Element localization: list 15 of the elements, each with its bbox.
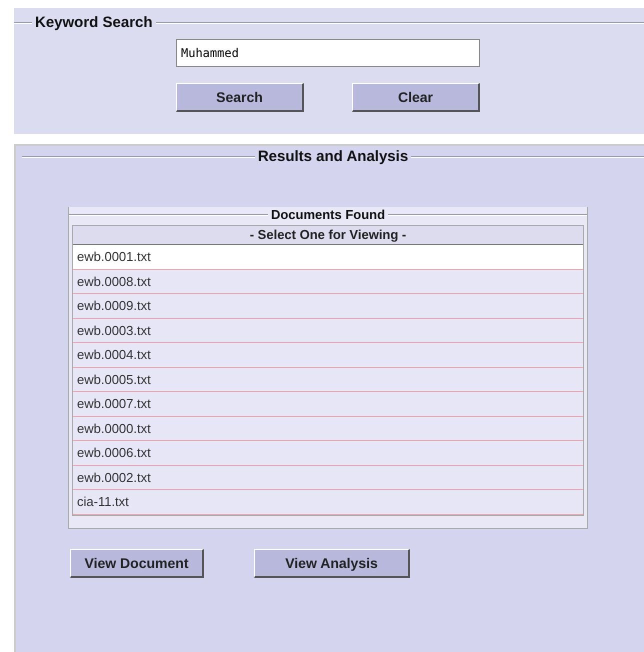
- search-button[interactable]: Search: [176, 83, 304, 112]
- document-item[interactable]: ewb.0000.txt: [73, 416, 583, 441]
- document-item[interactable]: ewb.0003.txt: [73, 318, 583, 343]
- view-analysis-button[interactable]: View Analysis: [254, 548, 410, 578]
- document-item[interactable]: ewb.0001.txt: [73, 245, 583, 270]
- list-header: - Select One for Viewing -: [73, 226, 583, 245]
- group-title: Documents Found: [270, 207, 386, 222]
- section-title: Keyword Search: [35, 14, 153, 31]
- document-item[interactable]: ewb.0002.txt: [73, 466, 583, 490]
- clear-button[interactable]: Clear: [352, 83, 480, 112]
- document-item[interactable]: ewb.0005.txt: [73, 368, 583, 392]
- view-document-button[interactable]: View Document: [70, 548, 204, 578]
- search-field[interactable]: Muhammed: [176, 39, 480, 67]
- document-item[interactable]: ewb.0008.txt: [73, 270, 583, 294]
- section-title: Results and Analysis: [258, 148, 408, 165]
